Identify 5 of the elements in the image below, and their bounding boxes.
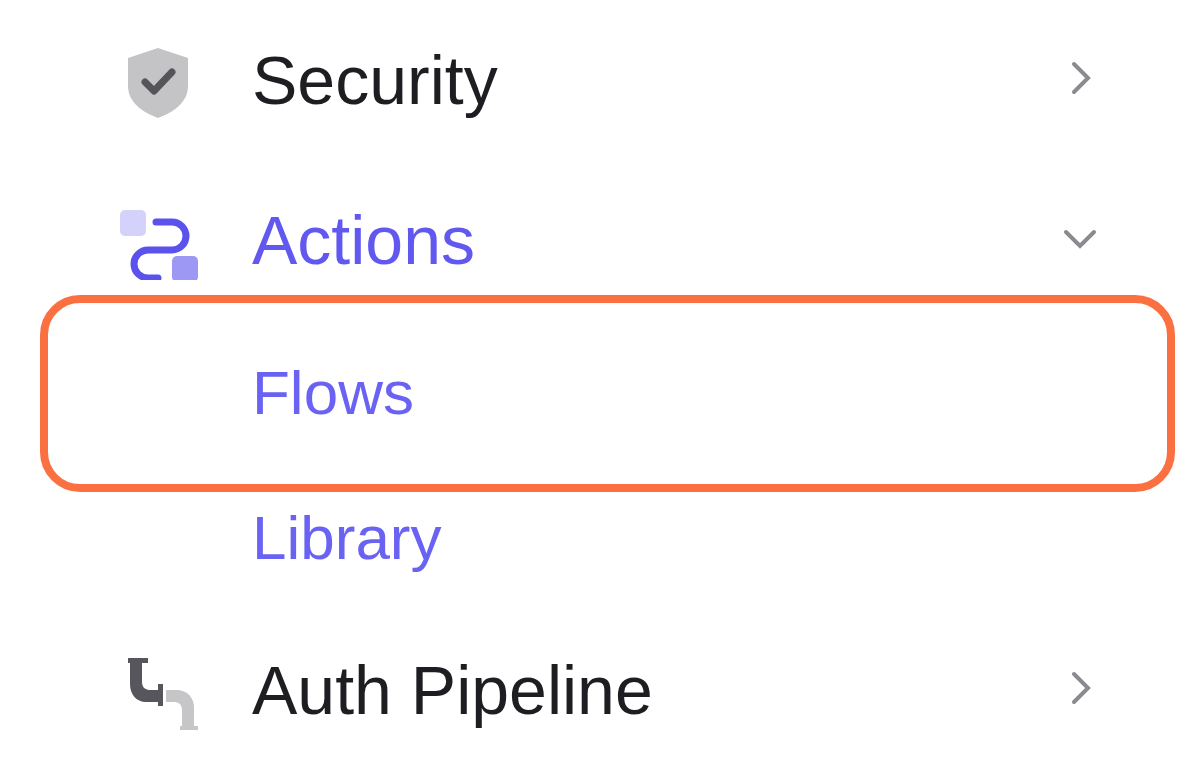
sidebar-item[interactable]: Actions <box>252 201 475 279</box>
sidebar-item[interactable]: Security <box>252 41 498 119</box>
sidebar-item[interactable]: Auth Pipeline <box>252 651 653 729</box>
sidebar-subitem[interactable]: Library <box>252 502 442 573</box>
sidebar-subitem[interactable]: Flows <box>252 357 414 428</box>
